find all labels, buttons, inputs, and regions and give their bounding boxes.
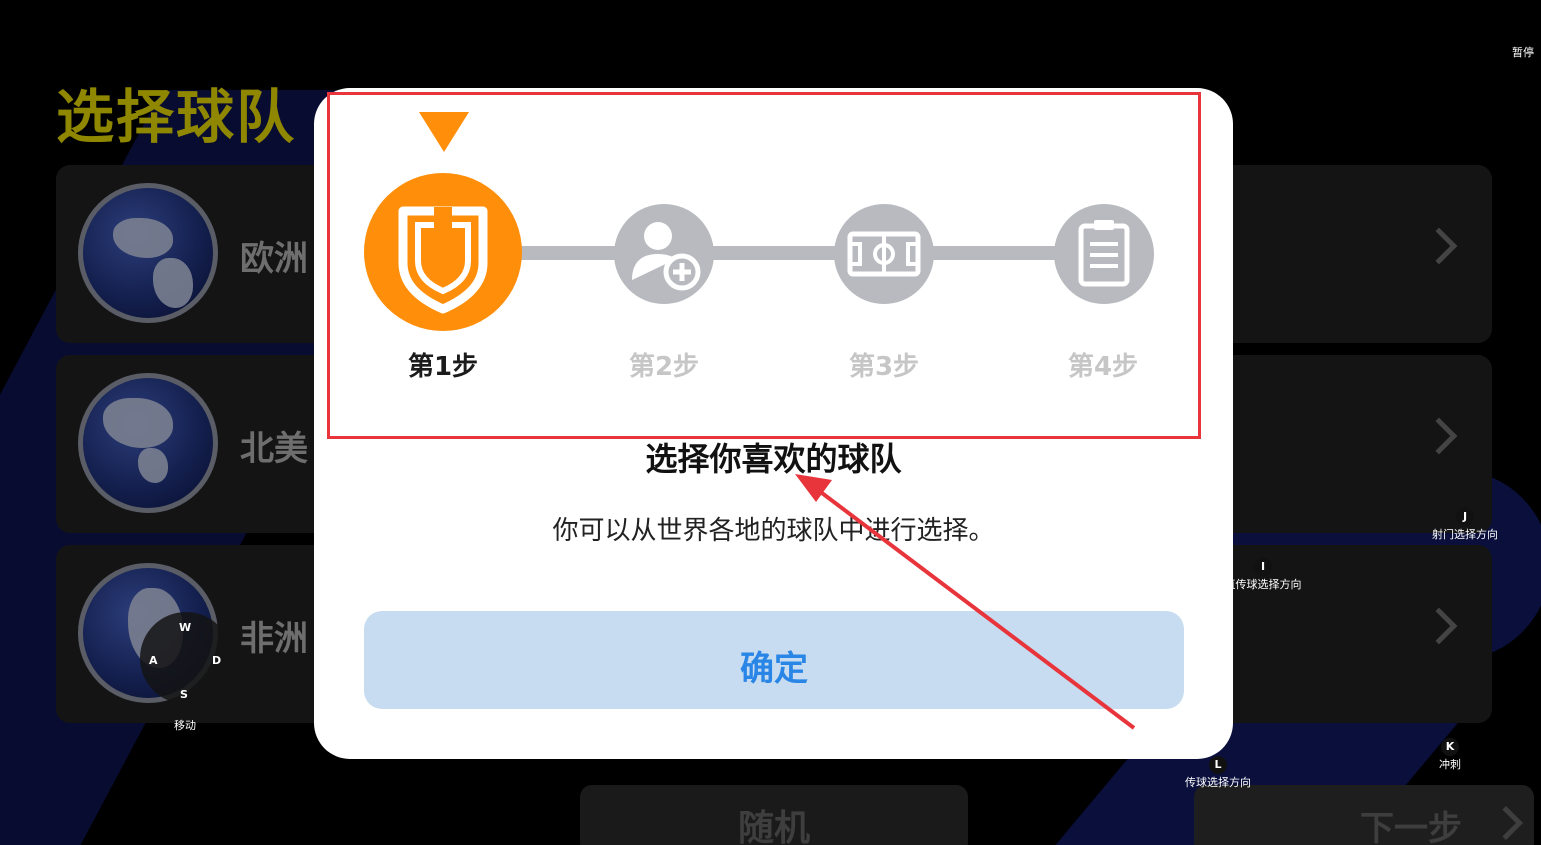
annotation-arrow-icon [795, 474, 1136, 730]
